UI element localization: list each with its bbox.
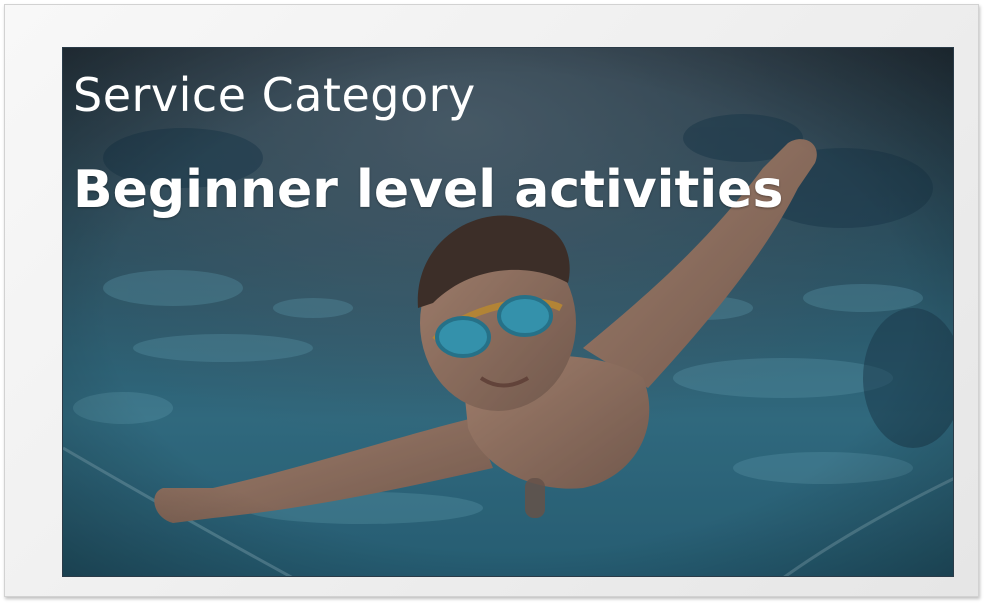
category-card[interactable]: Service Category Beginner level activiti… <box>4 4 979 597</box>
swimmer-photo-icon <box>63 48 953 576</box>
category-title: Beginner level activities <box>73 160 784 220</box>
service-category-label: Service Category <box>73 68 476 122</box>
category-photo: Service Category Beginner level activiti… <box>62 47 954 577</box>
